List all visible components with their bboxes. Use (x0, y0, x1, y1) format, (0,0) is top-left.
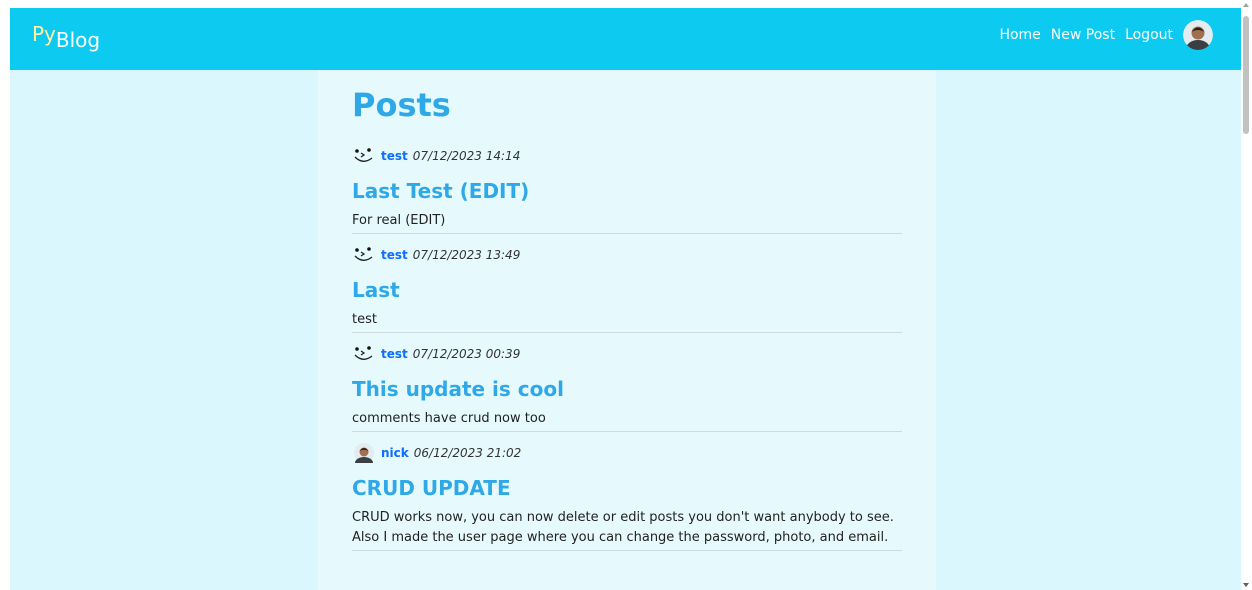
smiley-face-icon (354, 148, 373, 162)
post-author-link[interactable]: test (381, 149, 408, 163)
page: PyBlog Home New Post Logout Posts test 0… (10, 8, 1241, 590)
posts-container: Posts test 07/12/2023 14:14 Last Test (E… (318, 70, 936, 590)
post-body: comments have crud now too (352, 411, 546, 426)
post-item: test 07/12/2023 14:14 Last Test (EDIT) F… (352, 145, 902, 234)
smiley-face-icon (354, 346, 373, 360)
scrollbar-thumb[interactable] (1243, 16, 1249, 134)
post-author-link[interactable]: test (381, 248, 408, 262)
post-title-link[interactable]: CRUD UPDATE (352, 472, 902, 504)
brand-logo[interactable]: PyBlog (32, 22, 100, 52)
post-date: 07/12/2023 14:14 (412, 149, 521, 163)
user-avatar-icon[interactable] (1183, 20, 1213, 50)
scroll-up-arrow-icon[interactable] (1243, 3, 1249, 7)
brand-part-blog: Blog (55, 28, 101, 52)
nav-home-link[interactable]: Home (999, 27, 1040, 43)
post-title-link[interactable]: Last (352, 274, 902, 306)
post-meta: test 07/12/2023 14:14 (352, 145, 902, 167)
navbar: PyBlog Home New Post Logout (10, 8, 1241, 70)
nav-links: Home New Post Logout (999, 20, 1213, 50)
vertical-scrollbar[interactable] (1241, 0, 1252, 590)
page-title: Posts (352, 86, 451, 124)
post-author-link[interactable]: test (381, 347, 408, 361)
user-photo-avatar-icon (354, 443, 374, 463)
nav-logout-link[interactable]: Logout (1125, 27, 1173, 43)
post-title-link[interactable]: Last Test (EDIT) (352, 175, 902, 207)
post-date: 07/12/2023 00:39 (412, 347, 521, 361)
brand-part-py: Py (32, 22, 56, 46)
post-item: test 07/12/2023 13:49 Last test (352, 244, 902, 333)
post-item: nick 06/12/2023 21:02 CRUD UPDATE CRUD w… (352, 442, 902, 551)
post-author-link[interactable]: nick (381, 446, 409, 460)
smiley-face-icon (354, 247, 373, 261)
post-item: test 07/12/2023 00:39 This update is coo… (352, 343, 902, 432)
scroll-down-arrow-icon[interactable] (1243, 583, 1249, 587)
post-date: 06/12/2023 21:02 (413, 446, 522, 460)
post-meta: test 07/12/2023 13:49 (352, 244, 902, 266)
post-body: CRUD works now, you can now delete or ed… (352, 510, 894, 545)
post-meta: test 07/12/2023 00:39 (352, 343, 902, 365)
nav-new-post-link[interactable]: New Post (1051, 27, 1115, 43)
post-body: test (352, 312, 377, 327)
post-title-link[interactable]: This update is cool (352, 373, 902, 405)
post-body: For real (EDIT) (352, 213, 446, 228)
post-meta: nick 06/12/2023 21:02 (352, 442, 902, 464)
post-date: 07/12/2023 13:49 (412, 248, 521, 262)
